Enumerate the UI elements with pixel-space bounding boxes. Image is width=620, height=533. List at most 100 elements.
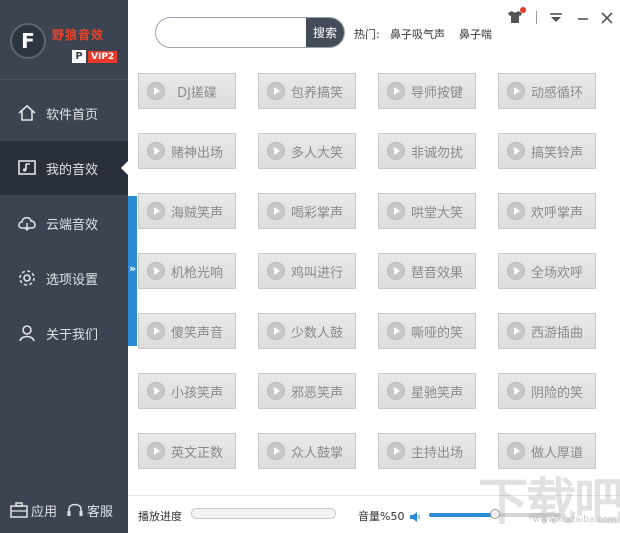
play-icon xyxy=(147,322,165,340)
sound-button[interactable]: 主持出场 xyxy=(378,433,476,469)
cloud-icon xyxy=(16,212,38,234)
play-icon xyxy=(387,442,405,460)
play-icon xyxy=(147,142,165,160)
vip-p-icon: P xyxy=(72,50,86,63)
sound-button[interactable]: 鸡叫进行 xyxy=(258,253,356,289)
sidebar-item-settings[interactable]: 选项设置 xyxy=(0,251,128,305)
app-logo: F xyxy=(10,23,46,59)
sound-button[interactable]: 哄堂大笑 xyxy=(378,193,476,229)
hot-link-2[interactable]: 鼻子喘 xyxy=(459,26,492,42)
sound-label: 主持出场 xyxy=(410,445,463,461)
sidebar-item-cloud-sounds[interactable]: 云端音效 xyxy=(0,196,128,250)
minimize-icon xyxy=(577,9,589,28)
brand-name: 野狼音效 xyxy=(52,28,105,42)
home-icon xyxy=(16,102,38,124)
apps-button[interactable]: 应用 xyxy=(9,501,57,520)
sound-button[interactable]: 全场欢呼 xyxy=(498,253,596,289)
sidebar-item-label: 关于我们 xyxy=(46,327,99,343)
play-icon xyxy=(507,142,525,160)
sound-label: DJ搓碟 xyxy=(177,85,217,101)
play-icon xyxy=(507,382,525,400)
sound-button[interactable]: 琶音效果 xyxy=(378,253,476,289)
sound-button[interactable]: 动感循环 xyxy=(498,73,596,109)
play-icon xyxy=(507,202,525,220)
play-icon xyxy=(387,202,405,220)
sound-button[interactable]: 欢呼掌声 xyxy=(498,193,596,229)
sound-label: 西游插曲 xyxy=(530,325,583,341)
play-icon xyxy=(267,382,285,400)
sidebar-item-about[interactable]: 关于我们 xyxy=(0,306,128,360)
sound-button[interactable]: 非诚勿扰 xyxy=(378,133,476,169)
sound-label: 非诚勿扰 xyxy=(410,145,463,161)
play-icon xyxy=(387,82,405,100)
apps-label: 应用 xyxy=(31,504,58,520)
sound-button[interactable]: 傻笑声音 xyxy=(138,313,236,349)
sidebar-item-my-sounds[interactable]: 我的音效 xyxy=(0,141,128,195)
sidebar-item-home[interactable]: 软件首页 xyxy=(0,86,128,140)
sound-label: 做人厚道 xyxy=(530,445,583,461)
speaker-icon[interactable] xyxy=(409,508,421,522)
play-icon xyxy=(507,322,525,340)
sound-button[interactable]: 多人大笑 xyxy=(258,133,356,169)
music-icon xyxy=(16,157,38,179)
play-icon xyxy=(267,82,285,100)
sound-button[interactable]: DJ搓碟 xyxy=(138,73,236,109)
sound-button[interactable]: 众人鼓掌 xyxy=(258,433,356,469)
service-button[interactable]: 客服 xyxy=(65,501,113,520)
sound-label: 鸡叫进行 xyxy=(290,265,343,281)
sound-label: 赌神出场 xyxy=(170,145,223,161)
progress-label: 播放进度 xyxy=(138,510,182,523)
headset-icon xyxy=(65,501,85,519)
sound-button[interactable]: 赌神出场 xyxy=(138,133,236,169)
sound-button[interactable]: 海贼笑声 xyxy=(138,193,236,229)
sound-button[interactable]: 阴险的笑 xyxy=(498,373,596,409)
play-icon xyxy=(507,442,525,460)
divider xyxy=(536,11,537,24)
sound-label: 包养搞笑 xyxy=(290,85,343,101)
sidebar-item-label: 选项设置 xyxy=(46,272,99,288)
sound-label: 喝彩掌声 xyxy=(290,205,343,221)
sound-button[interactable]: 搞笑铃声 xyxy=(498,133,596,169)
play-icon xyxy=(147,442,165,460)
sound-button[interactable]: 机枪光响 xyxy=(138,253,236,289)
sound-button[interactable]: 少数人鼓 xyxy=(258,313,356,349)
search-button[interactable]: 搜索 xyxy=(306,18,344,47)
hot-link-1[interactable]: 鼻子吸气声 xyxy=(390,26,445,42)
expand-arrow-icon[interactable]: » xyxy=(128,256,137,280)
sound-label: 傻笑声音 xyxy=(170,325,223,341)
sound-label: 嘶哑的笑 xyxy=(410,325,463,341)
play-icon xyxy=(147,382,165,400)
service-label: 客服 xyxy=(87,504,114,520)
vip-badge: P VIP2 xyxy=(72,50,118,63)
play-icon xyxy=(507,262,525,280)
sound-button[interactable]: 小孩笑声 xyxy=(138,373,236,409)
sound-button[interactable]: 导师按键 xyxy=(378,73,476,109)
sound-button[interactable]: 包养搞笑 xyxy=(258,73,356,109)
sound-button[interactable]: 嘶哑的笑 xyxy=(378,313,476,349)
logo-area: F 野狼音效 P VIP2 xyxy=(0,0,128,80)
sound-button[interactable]: 喝彩掌声 xyxy=(258,193,356,229)
play-icon xyxy=(507,82,525,100)
sound-label: 海贼笑声 xyxy=(170,205,223,221)
play-icon xyxy=(267,262,285,280)
sound-label: 欢呼掌声 xyxy=(530,205,583,221)
sound-button[interactable]: 英文正数 xyxy=(138,433,236,469)
minimize-button[interactable] xyxy=(574,8,592,28)
sound-button[interactable]: 星驰笑声 xyxy=(378,373,476,409)
search-input[interactable] xyxy=(156,18,306,47)
briefcase-icon xyxy=(9,501,29,519)
sound-button[interactable]: 西游插曲 xyxy=(498,313,596,349)
sound-label: 导师按键 xyxy=(410,85,463,101)
play-icon xyxy=(387,262,405,280)
sound-label: 哄堂大笑 xyxy=(410,205,463,221)
menu-button[interactable] xyxy=(547,8,565,28)
sound-label: 英文正数 xyxy=(170,445,223,461)
progress-bar[interactable] xyxy=(191,508,336,519)
play-icon xyxy=(387,142,405,160)
header: 搜索 热门: 鼻子吸气声 鼻子喘 xyxy=(128,0,620,64)
sound-button[interactable]: 邪恶笑声 xyxy=(258,373,356,409)
close-button[interactable] xyxy=(598,8,616,28)
play-icon xyxy=(267,142,285,160)
sound-label: 众人鼓掌 xyxy=(290,445,343,461)
user-icon xyxy=(16,322,38,344)
